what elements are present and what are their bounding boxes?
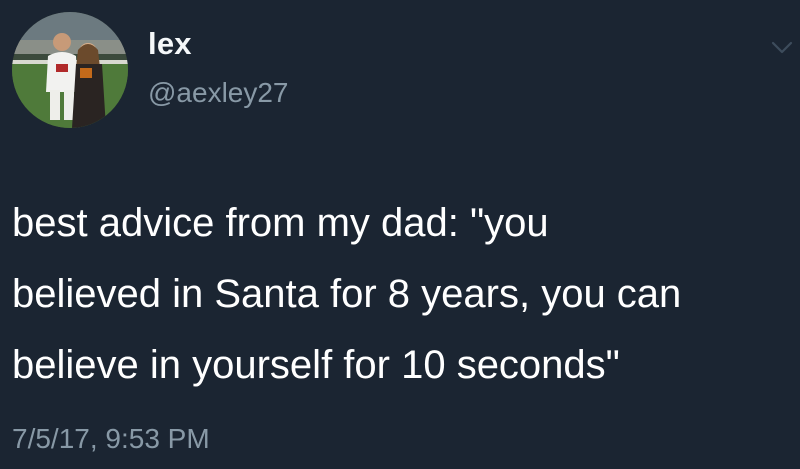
avatar-photo: [12, 12, 128, 128]
avatar[interactable]: [12, 12, 128, 128]
tweet-timestamp[interactable]: 7/5/17, 9:53 PM: [12, 423, 210, 455]
display-name[interactable]: lex: [148, 26, 192, 62]
tweet-text: best advice from my dad: "you believed i…: [12, 201, 682, 387]
chevron-down-icon[interactable]: [770, 36, 794, 60]
user-handle[interactable]: @aexley27: [148, 77, 289, 109]
tweet-card: lex @aexley27 best advice from my dad: "…: [0, 0, 800, 469]
